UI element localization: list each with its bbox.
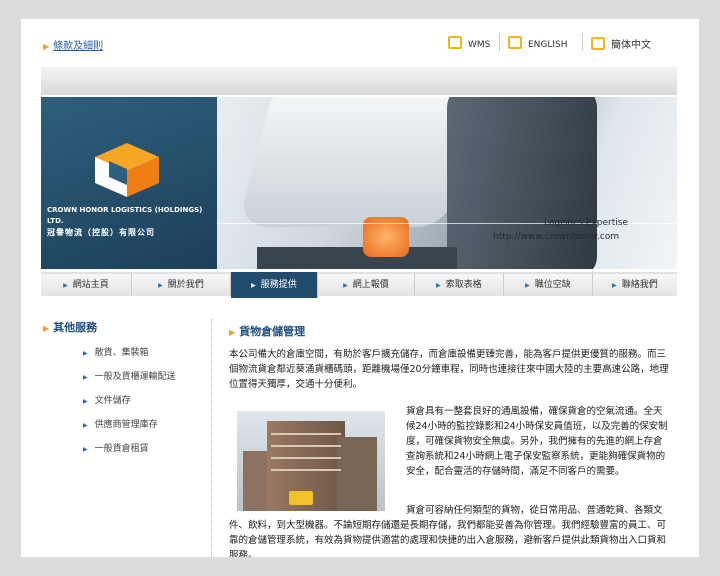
page: ▶ 條款及細則 WMS ENGLISH 簡体中文 CROWN HONOR LOGI… (21, 19, 699, 557)
nav-services[interactable]: ▶ 服務提供 (231, 272, 318, 298)
banner: CROWN HONOR LOGISTICS (HOLDINGS) LTD. 冠譽… (41, 97, 677, 269)
arrow-icon: ▶ (43, 324, 50, 333)
nav-about[interactable]: ▶ 關於我們 (132, 274, 231, 296)
nav-forms[interactable]: ▶ 索取表格 (415, 274, 504, 296)
arrow-icon: ▶ (158, 282, 163, 289)
nav-quote-label: 網上報價 (352, 280, 389, 290)
arrow-icon: ▶ (229, 328, 236, 337)
banner-photo: Logistics Expertise http://www.crownhono… (217, 97, 677, 269)
language-icon (448, 36, 462, 49)
arrow-icon: ▶ (83, 422, 88, 429)
building-window (271, 445, 341, 447)
truck-grille (257, 247, 457, 269)
lang-english-label: ENGLISH (528, 40, 568, 50)
lang-wms-label: WMS (468, 40, 491, 50)
lang-simplified-chinese-label: 簡体中文 (611, 40, 651, 51)
sidebar-title: ▶ 其他服務 (43, 319, 213, 335)
nav-quote[interactable]: ▶ 網上報價 (318, 274, 415, 296)
banner-url: http://www.crownhonor.com (493, 232, 620, 242)
page-title-label: 貨物倉儲管理 (239, 325, 306, 338)
sidebar-item-document-storage[interactable]: ▶ 文件儲存 (83, 393, 131, 406)
facility-paragraph: 貨倉具有一整套良好的通風設備，確保貨倉的空氣流通。全天候24小時的監控錄影和24… (406, 406, 668, 477)
sidebar-item-label: 一般貨倉租賃 (94, 444, 149, 454)
warehouse-photo (237, 411, 385, 511)
nav-jobs[interactable]: ▶ 職位空缺 (504, 274, 593, 296)
lang-wms[interactable]: WMS (448, 36, 490, 50)
cube-logo-icon (95, 143, 159, 197)
lang-simplified-chinese[interactable]: 簡体中文 (591, 36, 651, 51)
arrow-icon: ▶ (63, 282, 68, 289)
terms-link-label: 條款及細則 (53, 41, 104, 52)
sidebar-item-transport[interactable]: ▶ 一般及貨櫃運輸配送 (83, 369, 176, 382)
nav-home-label: 網站主頁 (72, 280, 109, 290)
building-window (271, 469, 341, 471)
banner-tagline: Logistics Expertise (544, 218, 629, 228)
arrow-icon: ▶ (612, 282, 617, 289)
arrow-icon: ▶ (83, 350, 88, 357)
building-window (271, 433, 341, 435)
nav-contact[interactable]: ▶ 聯絡我們 (593, 274, 677, 296)
arrow-icon: ▶ (436, 282, 441, 289)
sidebar-title-label: 其他服務 (53, 321, 98, 334)
truck-window (447, 97, 597, 269)
main-nav: ▶ 網站主頁 ▶ 關於我們 ▶ 服務提供 ▶ 網上報價 ▶ 索取表格 ▶ 職位空缺 ▶ 聯絡我… (41, 269, 677, 299)
building-window (271, 457, 341, 459)
lang-english[interactable]: ENGLISH (508, 36, 568, 50)
language-icon (508, 36, 522, 49)
arrow-icon: ▶ (251, 282, 256, 289)
divider (499, 33, 500, 51)
language-icon (591, 37, 605, 50)
sidebar-item-vmi[interactable]: ▶ 供應商管理庫存 (83, 417, 158, 430)
intro-paragraph: 本公司備大的倉庫空間，有助於客戶擴充儲存，而倉庫設備更臻完善，能為客戶提供更優質… (229, 349, 669, 390)
company-name: CROWN HONOR LOGISTICS (HOLDINGS) LTD. 冠譽… (47, 205, 217, 238)
header-strip (41, 67, 677, 95)
storage-paragraph: 貨倉可容納任何類型的貨物，從日常用品、普通乾貨、各類文件、飲料，到大型機器。不論… (229, 505, 667, 557)
sidebar-item-label: 供應商管理庫存 (94, 420, 158, 430)
content-divider (211, 319, 212, 557)
sidebar-item-label: 文件儲存 (94, 396, 131, 406)
top-bar: ▶ 條款及細則 WMS ENGLISH 簡体中文 (21, 19, 699, 67)
divider (582, 33, 583, 51)
nav-about-label: 關於我們 (167, 280, 204, 290)
nav-contact-label: 聯絡我們 (621, 280, 658, 290)
arrow-icon: ▶ (83, 446, 88, 453)
sidebar: ▶ 其他服務 ▶ 散貨、集裝箱 ▶ 一般及貨櫃運輸配送 ▶ 文件儲存 ▶ 供應商管理庫存 … (43, 319, 213, 454)
nav-jobs-label: 職位空缺 (534, 280, 571, 290)
arrow-icon: ▶ (525, 282, 530, 289)
page-title: ▶ 貨物倉儲管理 (229, 323, 305, 339)
sidebar-item-warehouse-rental[interactable]: ▶ 一般貨倉租賃 (83, 441, 149, 454)
nav-home[interactable]: ▶ 網站主頁 (41, 274, 132, 296)
arrow-icon: ▶ (43, 42, 50, 51)
sidebar-item-label: 散貨、集裝箱 (94, 348, 149, 358)
arrow-icon: ▶ (83, 374, 88, 381)
building-image (337, 437, 377, 511)
company-name-zh: 冠譽物流（控股）有限公司 (47, 228, 155, 237)
sidebar-item-label: 一般及貨櫃運輸配送 (94, 372, 176, 382)
terms-link[interactable]: ▶ 條款及細則 (43, 37, 103, 52)
arrow-icon: ▶ (83, 398, 88, 405)
nav-forms-label: 索取表格 (445, 280, 482, 290)
nav-services-label: 服務提供 (260, 280, 297, 290)
arrow-icon: ▶ (343, 282, 348, 289)
company-logo-panel: CROWN HONOR LOGISTICS (HOLDINGS) LTD. 冠譽… (41, 97, 217, 269)
sidebar-item-bulk-container[interactable]: ▶ 散貨、集裝箱 (83, 345, 149, 358)
company-name-en: CROWN HONOR LOGISTICS (HOLDINGS) LTD. (47, 206, 203, 225)
